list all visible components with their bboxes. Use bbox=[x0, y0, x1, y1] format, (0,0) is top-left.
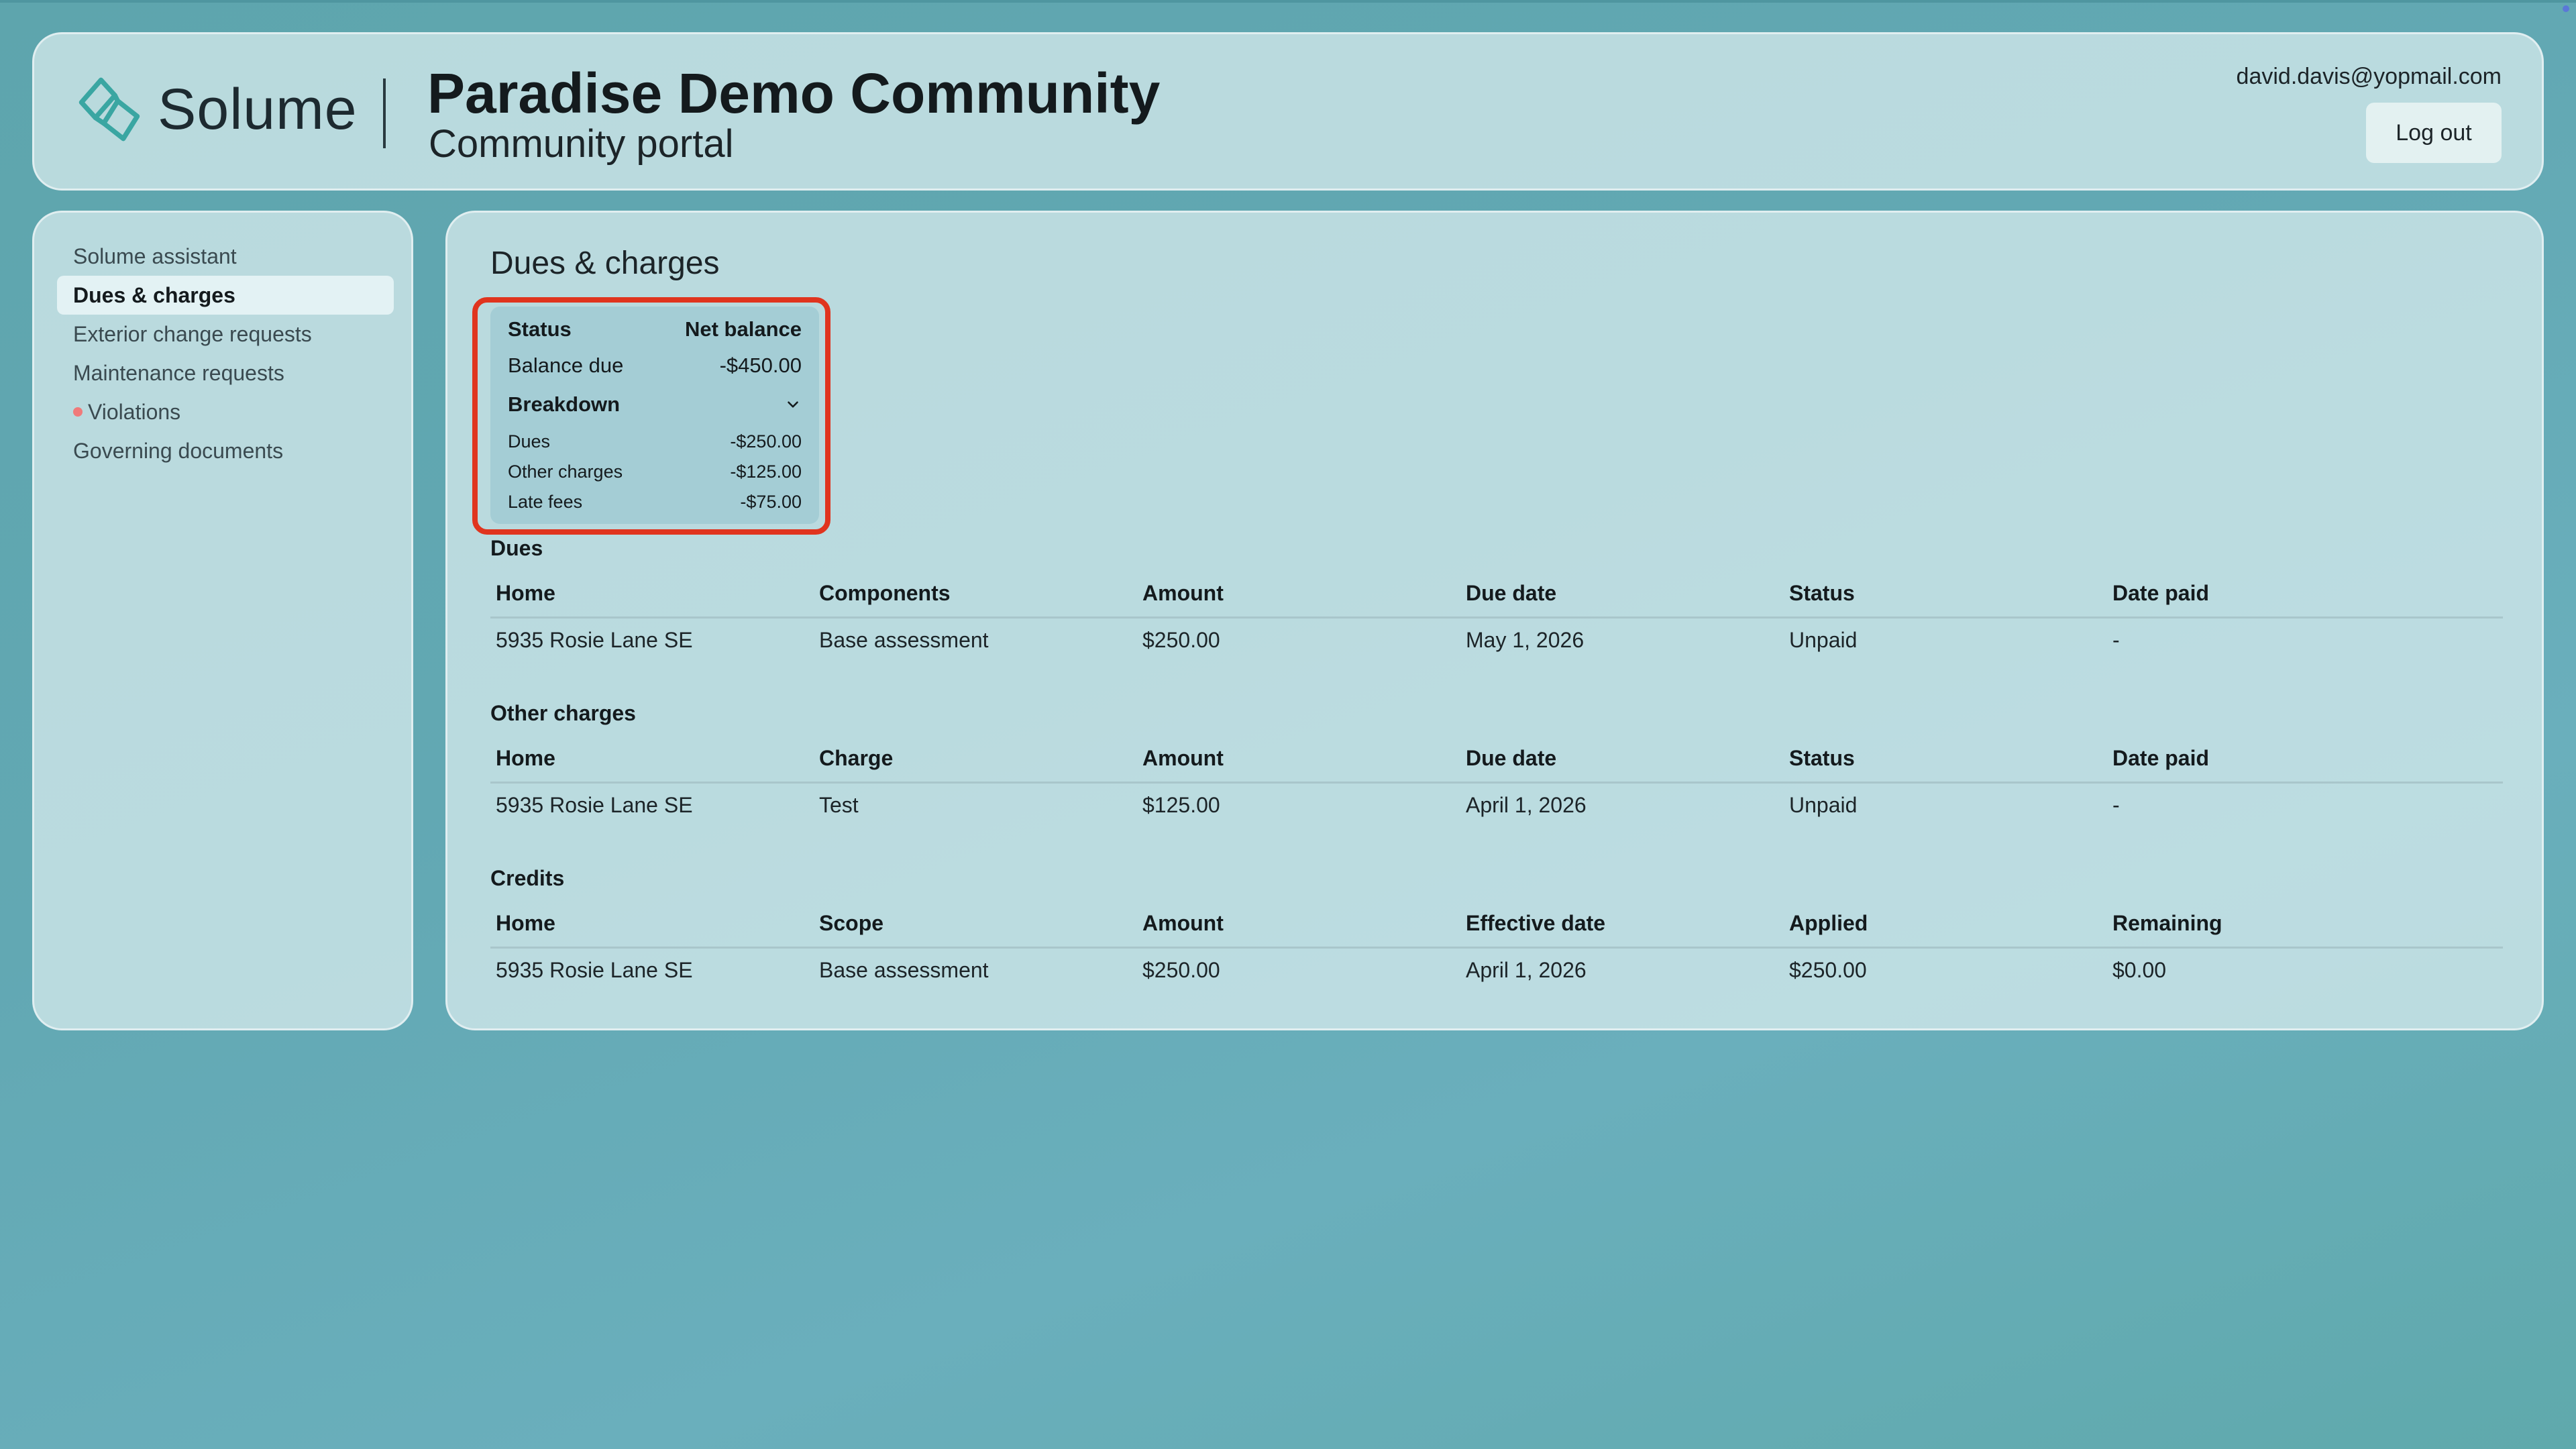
table-cell: April 1, 2026 bbox=[1466, 957, 1587, 982]
sidebar-nav: Solume assistant Dues & charges Exterior… bbox=[57, 237, 394, 470]
column-header: Home bbox=[496, 910, 555, 935]
header-divider bbox=[383, 78, 386, 148]
table-cell: - bbox=[2112, 792, 2120, 817]
table-cell: May 1, 2026 bbox=[1466, 627, 1585, 652]
column-header: Due date bbox=[1466, 745, 1557, 770]
column-header: Effective date bbox=[1466, 910, 1606, 935]
status-dot bbox=[2563, 5, 2569, 12]
table-cell: $250.00 bbox=[1789, 957, 1867, 982]
logout-button[interactable]: Log out bbox=[2366, 103, 2502, 163]
table-cell: Unpaid bbox=[1789, 627, 1858, 652]
sidebar-item-governing-documents[interactable]: Governing documents bbox=[57, 431, 394, 470]
column-header: Amount bbox=[1142, 580, 1224, 605]
user-email: david.davis@yopmail.com bbox=[2236, 64, 2502, 89]
column-header: Charge bbox=[819, 745, 894, 770]
column-header: Date paid bbox=[2112, 580, 2210, 605]
sidebar-item-violations[interactable]: Violations bbox=[57, 392, 394, 431]
column-header: Status bbox=[1789, 745, 1855, 770]
column-header: Scope bbox=[819, 910, 884, 935]
table-cell: - bbox=[2112, 627, 2120, 652]
table-header-row: Home Components Amount Due date Status D… bbox=[490, 570, 2503, 619]
sidebar-item-label: Governing documents bbox=[73, 438, 284, 463]
table-cell: $0.00 bbox=[2112, 957, 2167, 982]
sidebar-item-label: Exterior change requests bbox=[73, 321, 312, 346]
column-header: Home bbox=[496, 580, 555, 605]
highlight-annotation bbox=[472, 297, 830, 535]
sidebar-item-exterior-change-requests[interactable]: Exterior change requests bbox=[57, 315, 394, 354]
table-row: 5935 Rosie Lane SE Base assessment $250.… bbox=[490, 949, 2503, 991]
table-cell: Unpaid bbox=[1789, 792, 1858, 817]
sidebar-item-label: Violations bbox=[88, 399, 181, 424]
column-header: Applied bbox=[1789, 910, 1868, 935]
column-header: Components bbox=[819, 580, 951, 605]
credits-table: Home Scope Amount Effective date Applied… bbox=[490, 900, 2503, 991]
sidebar-item-label: Solume assistant bbox=[73, 244, 237, 268]
window-top-strip bbox=[0, 0, 2576, 3]
table-cell: 5935 Rosie Lane SE bbox=[496, 957, 693, 982]
column-header: Amount bbox=[1142, 745, 1224, 770]
sidebar: Solume assistant Dues & charges Exterior… bbox=[32, 211, 413, 1030]
column-header: Home bbox=[496, 745, 555, 770]
table-row: 5935 Rosie Lane SE Test $125.00 April 1,… bbox=[490, 784, 2503, 826]
notification-dot-icon bbox=[73, 407, 83, 417]
sidebar-item-maintenance-requests[interactable]: Maintenance requests bbox=[57, 354, 394, 392]
table-cell: $250.00 bbox=[1142, 627, 1220, 652]
table-cell: 5935 Rosie Lane SE bbox=[496, 792, 693, 817]
table-cell: April 1, 2026 bbox=[1466, 792, 1587, 817]
main-content: Dues & charges Status Net balance Balanc… bbox=[445, 211, 2544, 1030]
table-cell: 5935 Rosie Lane SE bbox=[496, 627, 693, 652]
dues-section-title: Dues bbox=[490, 536, 543, 560]
table-header-row: Home Scope Amount Effective date Applied… bbox=[490, 900, 2503, 949]
sidebar-item-dues-charges[interactable]: Dues & charges bbox=[57, 276, 394, 315]
sidebar-item-solume-assistant[interactable]: Solume assistant bbox=[57, 237, 394, 276]
column-header: Date paid bbox=[2112, 745, 2210, 770]
other-charges-table: Home Charge Amount Due date Status Date … bbox=[490, 735, 2503, 826]
table-header-row: Home Charge Amount Due date Status Date … bbox=[490, 735, 2503, 784]
table-cell: Test bbox=[819, 792, 859, 817]
table-cell: Base assessment bbox=[819, 627, 989, 652]
community-name: Paradise Demo Community bbox=[427, 62, 1161, 125]
page-title: Dues & charges bbox=[490, 246, 720, 281]
sidebar-item-label: Maintenance requests bbox=[73, 360, 284, 385]
portal-title: Community portal bbox=[429, 122, 734, 166]
column-header: Status bbox=[1789, 580, 1855, 605]
table-row: 5935 Rosie Lane SE Base assessment $250.… bbox=[490, 619, 2503, 661]
column-header: Remaining bbox=[2112, 910, 2222, 935]
header-card: Solume Paradise Demo Community Community… bbox=[32, 32, 2544, 191]
table-cell: $250.00 bbox=[1142, 957, 1220, 982]
table-cell: Base assessment bbox=[819, 957, 989, 982]
column-header: Amount bbox=[1142, 910, 1224, 935]
column-header: Due date bbox=[1466, 580, 1557, 605]
other-charges-section-title: Other charges bbox=[490, 701, 636, 725]
credits-section-title: Credits bbox=[490, 866, 565, 890]
table-cell: $125.00 bbox=[1142, 792, 1220, 817]
dues-table: Home Components Amount Due date Status D… bbox=[490, 570, 2503, 661]
solume-logo-icon bbox=[78, 77, 140, 142]
sidebar-item-label: Dues & charges bbox=[73, 282, 235, 307]
brand-logo[interactable]: Solume bbox=[74, 74, 358, 144]
brand-name: Solume bbox=[158, 76, 358, 142]
